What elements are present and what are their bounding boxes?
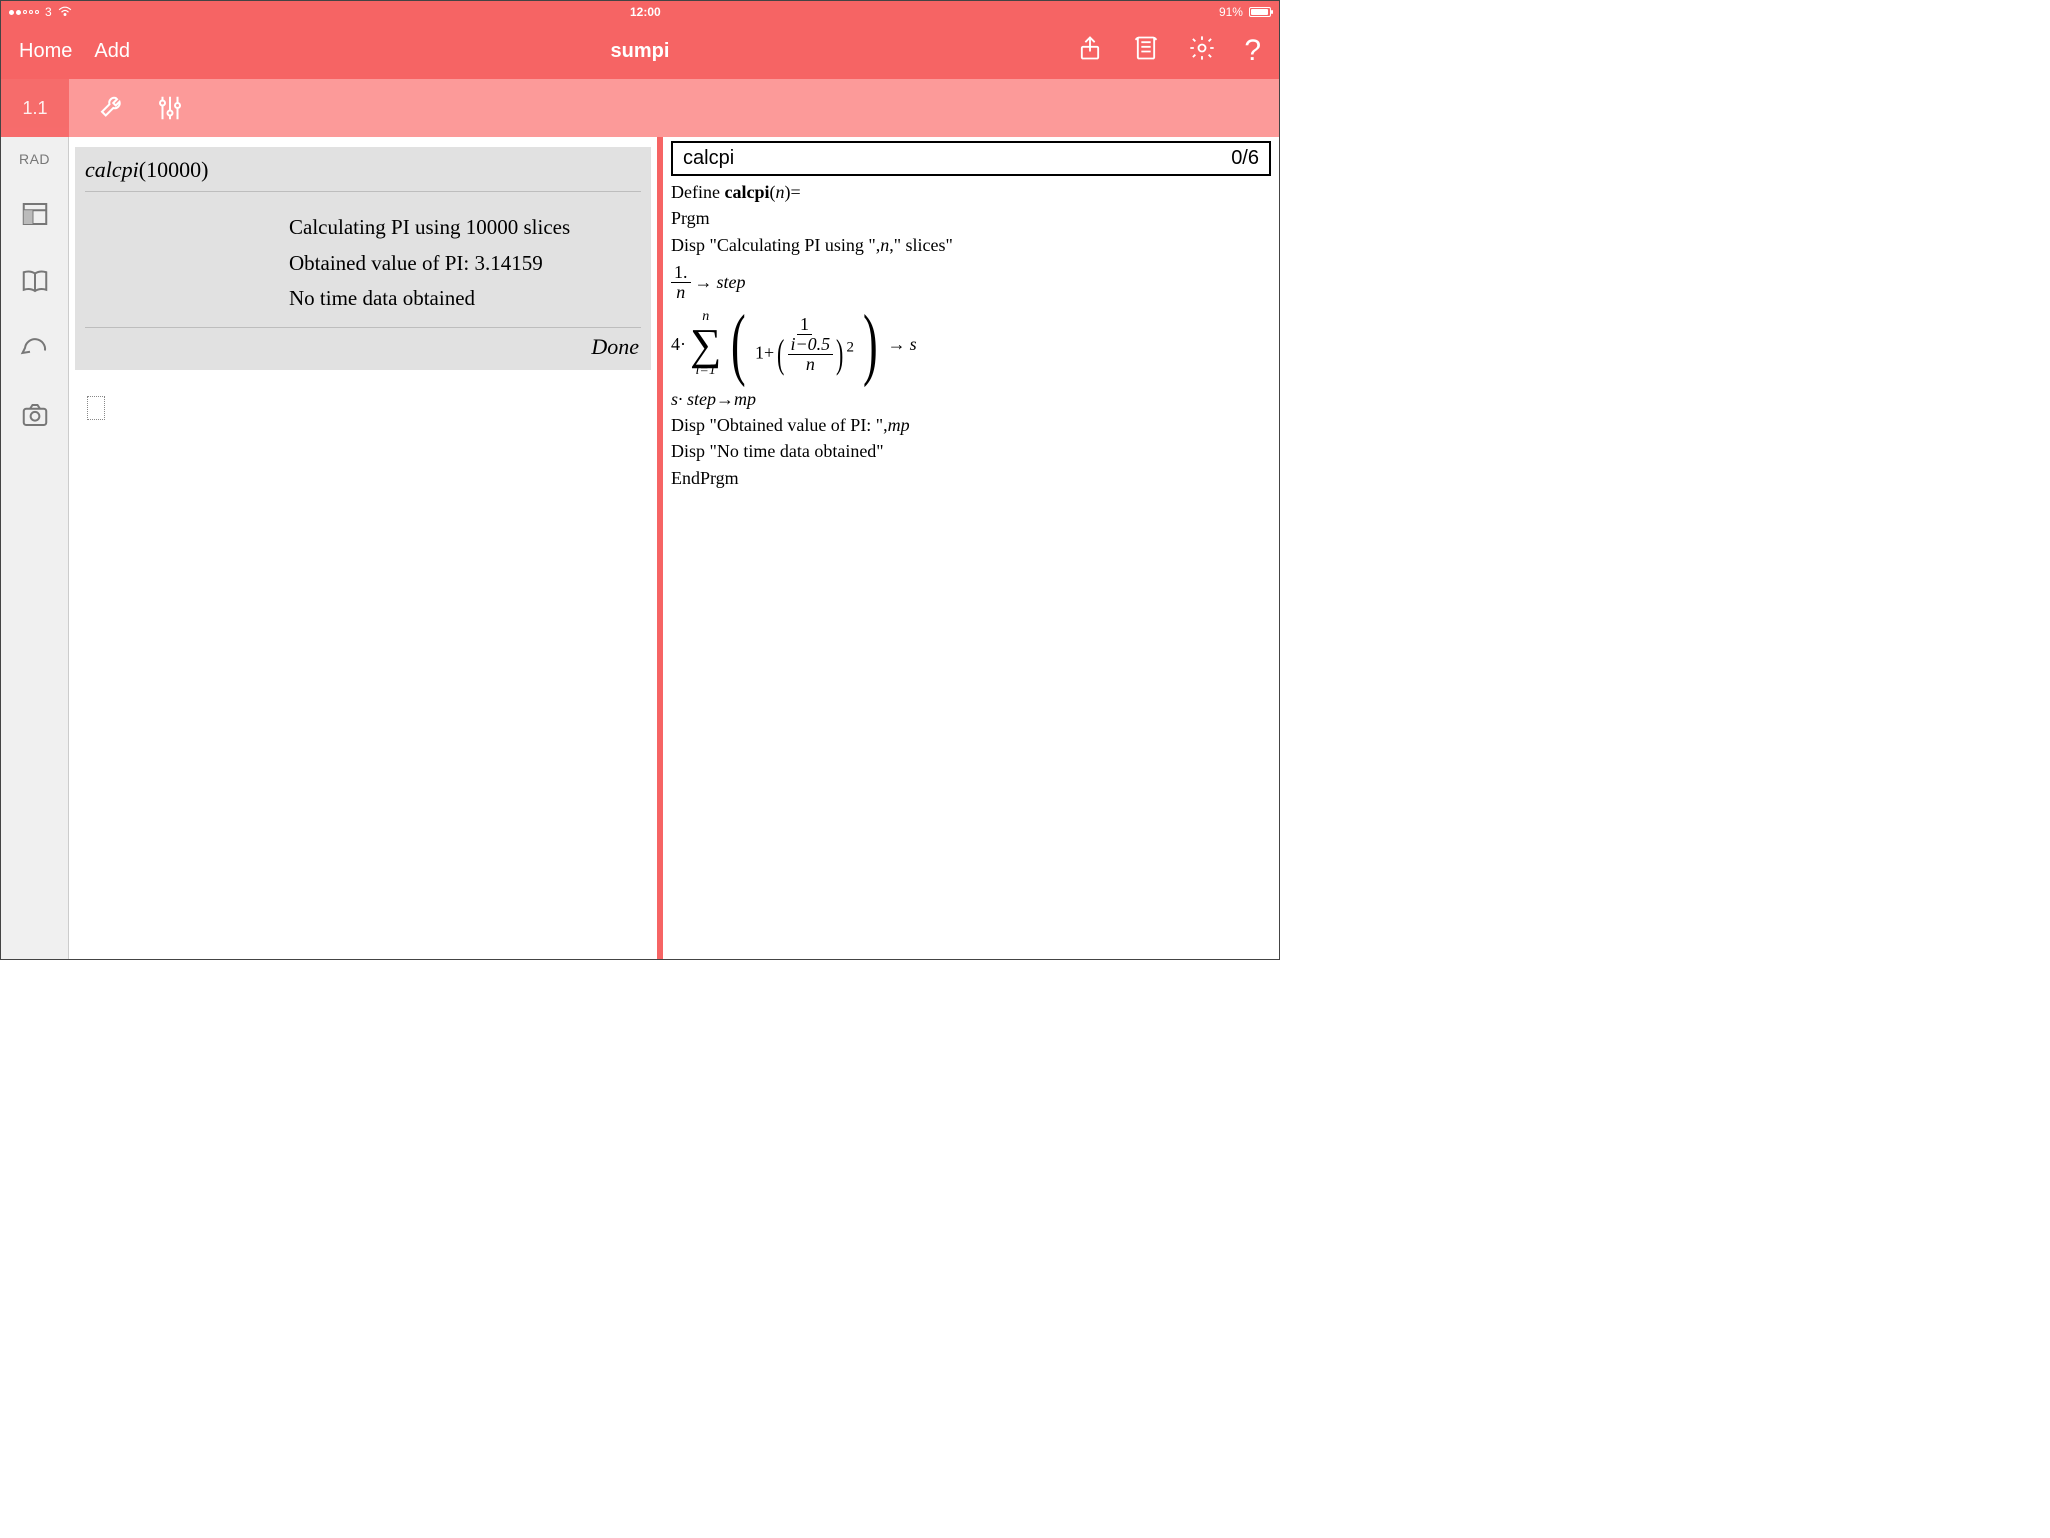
- input-cursor[interactable]: [87, 396, 105, 420]
- calculator-pane[interactable]: calcpi(10000) Calculating PI using 10000…: [69, 137, 663, 959]
- wifi-icon: [58, 5, 72, 20]
- code-line: EndPrgm: [671, 466, 1271, 490]
- editor-header[interactable]: calcpi 0/6: [671, 141, 1271, 176]
- gear-icon[interactable]: [1188, 34, 1216, 68]
- battery-icon: [1249, 7, 1271, 17]
- history-entry[interactable]: calcpi(10000) Calculating PI using 10000…: [75, 147, 651, 370]
- document-icon[interactable]: [1132, 34, 1160, 68]
- layout-icon[interactable]: [20, 199, 50, 234]
- nav-bar: Home Add sumpi ?: [1, 23, 1279, 79]
- help-icon[interactable]: ?: [1244, 34, 1261, 68]
- history-status: Done: [85, 327, 641, 362]
- side-rail: RAD: [1, 137, 69, 959]
- share-icon[interactable]: [1076, 34, 1104, 68]
- code-line: Disp "No time data obtained": [671, 439, 1271, 463]
- book-icon[interactable]: [20, 266, 50, 301]
- status-bar: 3 12:00 91%: [1, 1, 1279, 23]
- editor-program-name: calcpi: [683, 147, 734, 170]
- page-tab[interactable]: 1.1: [1, 79, 69, 137]
- history-output: Calculating PI using 10000 slices Obtain…: [85, 192, 641, 327]
- signal-dots-icon: [9, 10, 39, 15]
- editor-body[interactable]: Define calcpi(n)= Prgm Disp "Calculating…: [663, 176, 1279, 490]
- code-line: Define calcpi(n)=: [671, 180, 1271, 204]
- carrier-label: 3: [45, 5, 52, 19]
- add-button[interactable]: Add: [94, 40, 130, 63]
- wrench-icon[interactable]: [97, 93, 127, 123]
- undo-icon[interactable]: [20, 333, 50, 368]
- code-line: Disp "Obtained value of PI: ",mp: [671, 413, 1271, 437]
- document-title: sumpi: [319, 40, 961, 63]
- program-editor-pane[interactable]: calcpi 0/6 Define calcpi(n)= Prgm Disp "…: [663, 137, 1279, 959]
- angle-mode-label[interactable]: RAD: [19, 151, 50, 167]
- code-line: Prgm: [671, 206, 1271, 230]
- clock: 12:00: [630, 5, 661, 19]
- code-line: 4· n ∑ i=1 ( 1 1+ (: [671, 308, 1271, 381]
- sliders-icon[interactable]: [155, 93, 185, 123]
- battery-pct: 91%: [1219, 5, 1243, 19]
- code-line: Disp "Calculating PI using ",n," slices": [671, 233, 1271, 257]
- secondary-toolbar: 1.1: [1, 79, 1279, 137]
- code-line: 1. n → step: [671, 263, 1271, 302]
- code-line: s· step→mp: [671, 387, 1271, 411]
- history-input: calcpi(10000): [85, 153, 641, 192]
- editor-position: 0/6: [1231, 147, 1259, 170]
- camera-icon[interactable]: [20, 400, 50, 435]
- home-button[interactable]: Home: [19, 40, 72, 63]
